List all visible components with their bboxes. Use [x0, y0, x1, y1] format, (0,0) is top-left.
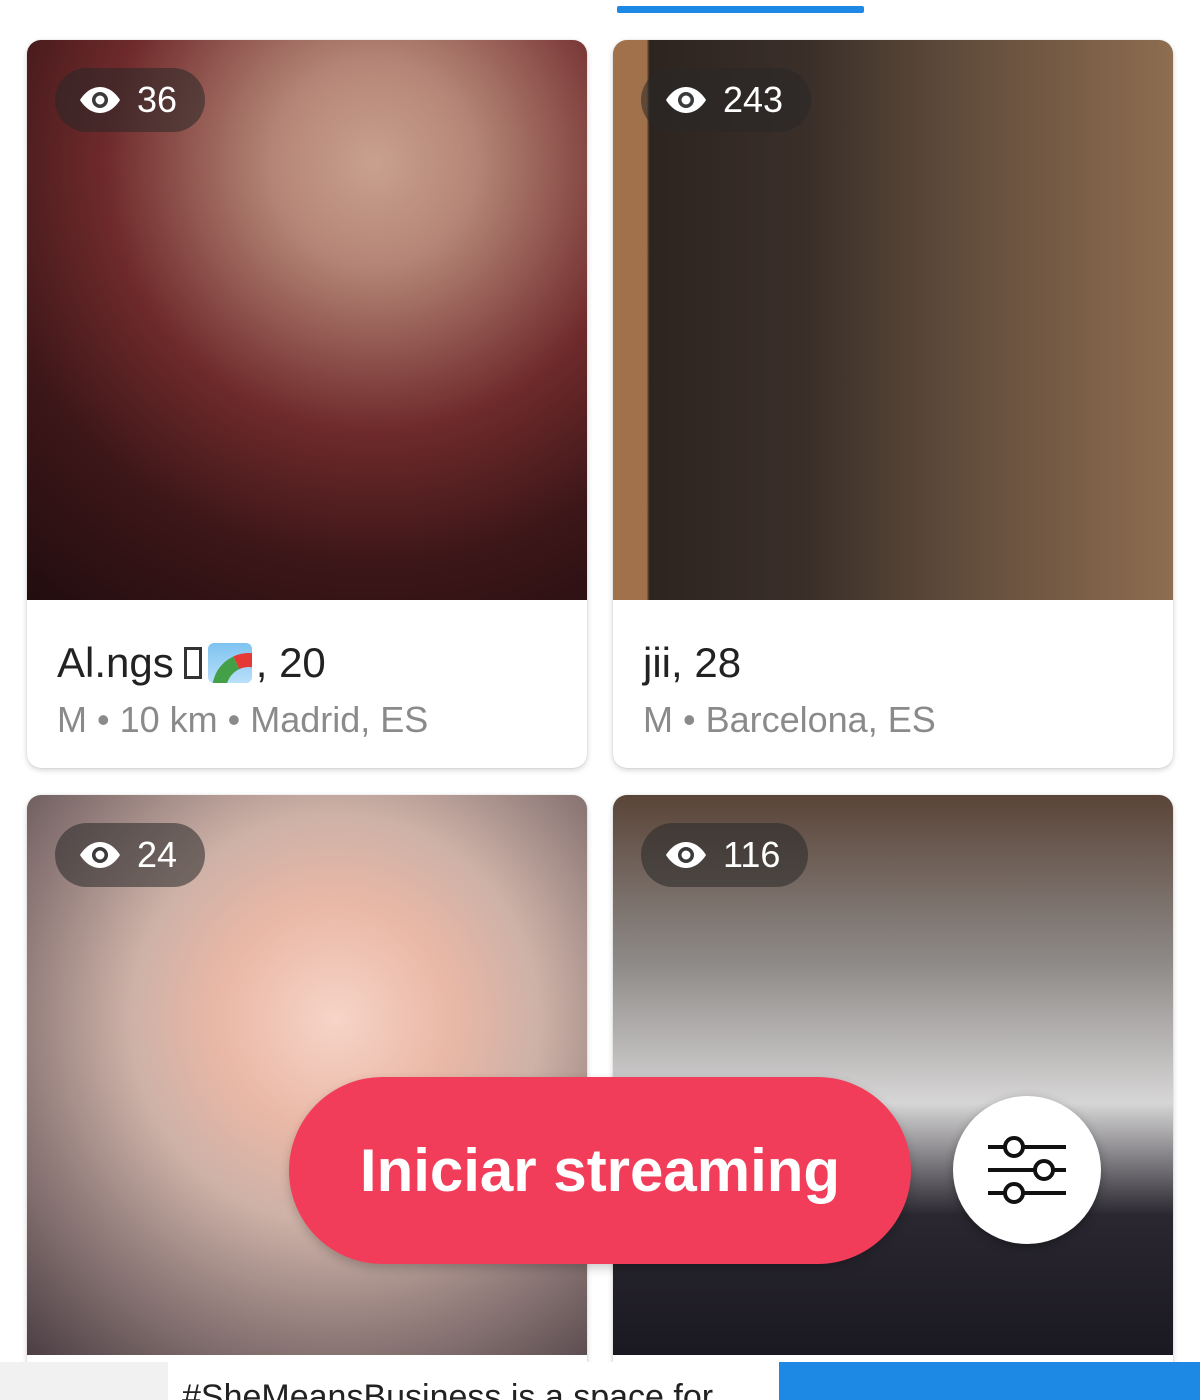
profile-photo[interactable]: 36	[27, 40, 587, 600]
bottom-ad-banner[interactable]: #SheMeansBusiness is a space for	[0, 1362, 1200, 1400]
view-count-badge: 24	[55, 823, 206, 887]
eye-icon	[80, 87, 120, 113]
eye-icon	[666, 842, 706, 868]
ad-text: #SheMeansBusiness is a space for	[182, 1378, 714, 1400]
ad-action-button[interactable]	[779, 1362, 1200, 1400]
profile-photo[interactable]: 243	[613, 40, 1173, 600]
view-count-badge: 116	[641, 823, 809, 887]
rainbow-emoji-icon	[207, 643, 252, 683]
profile-meta: M • 10 km • Madrid, ES	[57, 699, 429, 740]
filter-button[interactable]	[953, 1096, 1101, 1244]
active-tab-indicator	[617, 6, 864, 13]
start-streaming-button[interactable]: Iniciar streaming	[289, 1077, 911, 1264]
view-count: 36	[137, 79, 178, 120]
profile-card[interactable]: 36 Al.ngs , 20 M • 10 km • Madrid, ES	[27, 40, 587, 768]
profile-name: jii, 28	[643, 639, 742, 686]
ad-thumbnail	[0, 1362, 168, 1400]
unknown-glyph-icon	[183, 647, 202, 679]
view-count: 116	[723, 834, 781, 875]
profile-meta: M • Barcelona, ES	[643, 699, 936, 740]
eye-icon	[666, 87, 706, 113]
eye-icon	[80, 842, 120, 868]
view-count: 243	[723, 79, 784, 120]
view-count: 24	[137, 834, 178, 875]
view-count-badge: 36	[55, 68, 206, 132]
profile-photo[interactable]: 24	[27, 795, 587, 1355]
sliders-icon	[988, 1136, 1066, 1204]
profile-name: Al.ngs , 20	[57, 639, 326, 686]
profile-card[interactable]: 243 jii, 28 M • Barcelona, ES	[613, 40, 1173, 768]
profile-photo[interactable]: 116	[613, 795, 1173, 1355]
view-count-badge: 243	[641, 68, 812, 132]
